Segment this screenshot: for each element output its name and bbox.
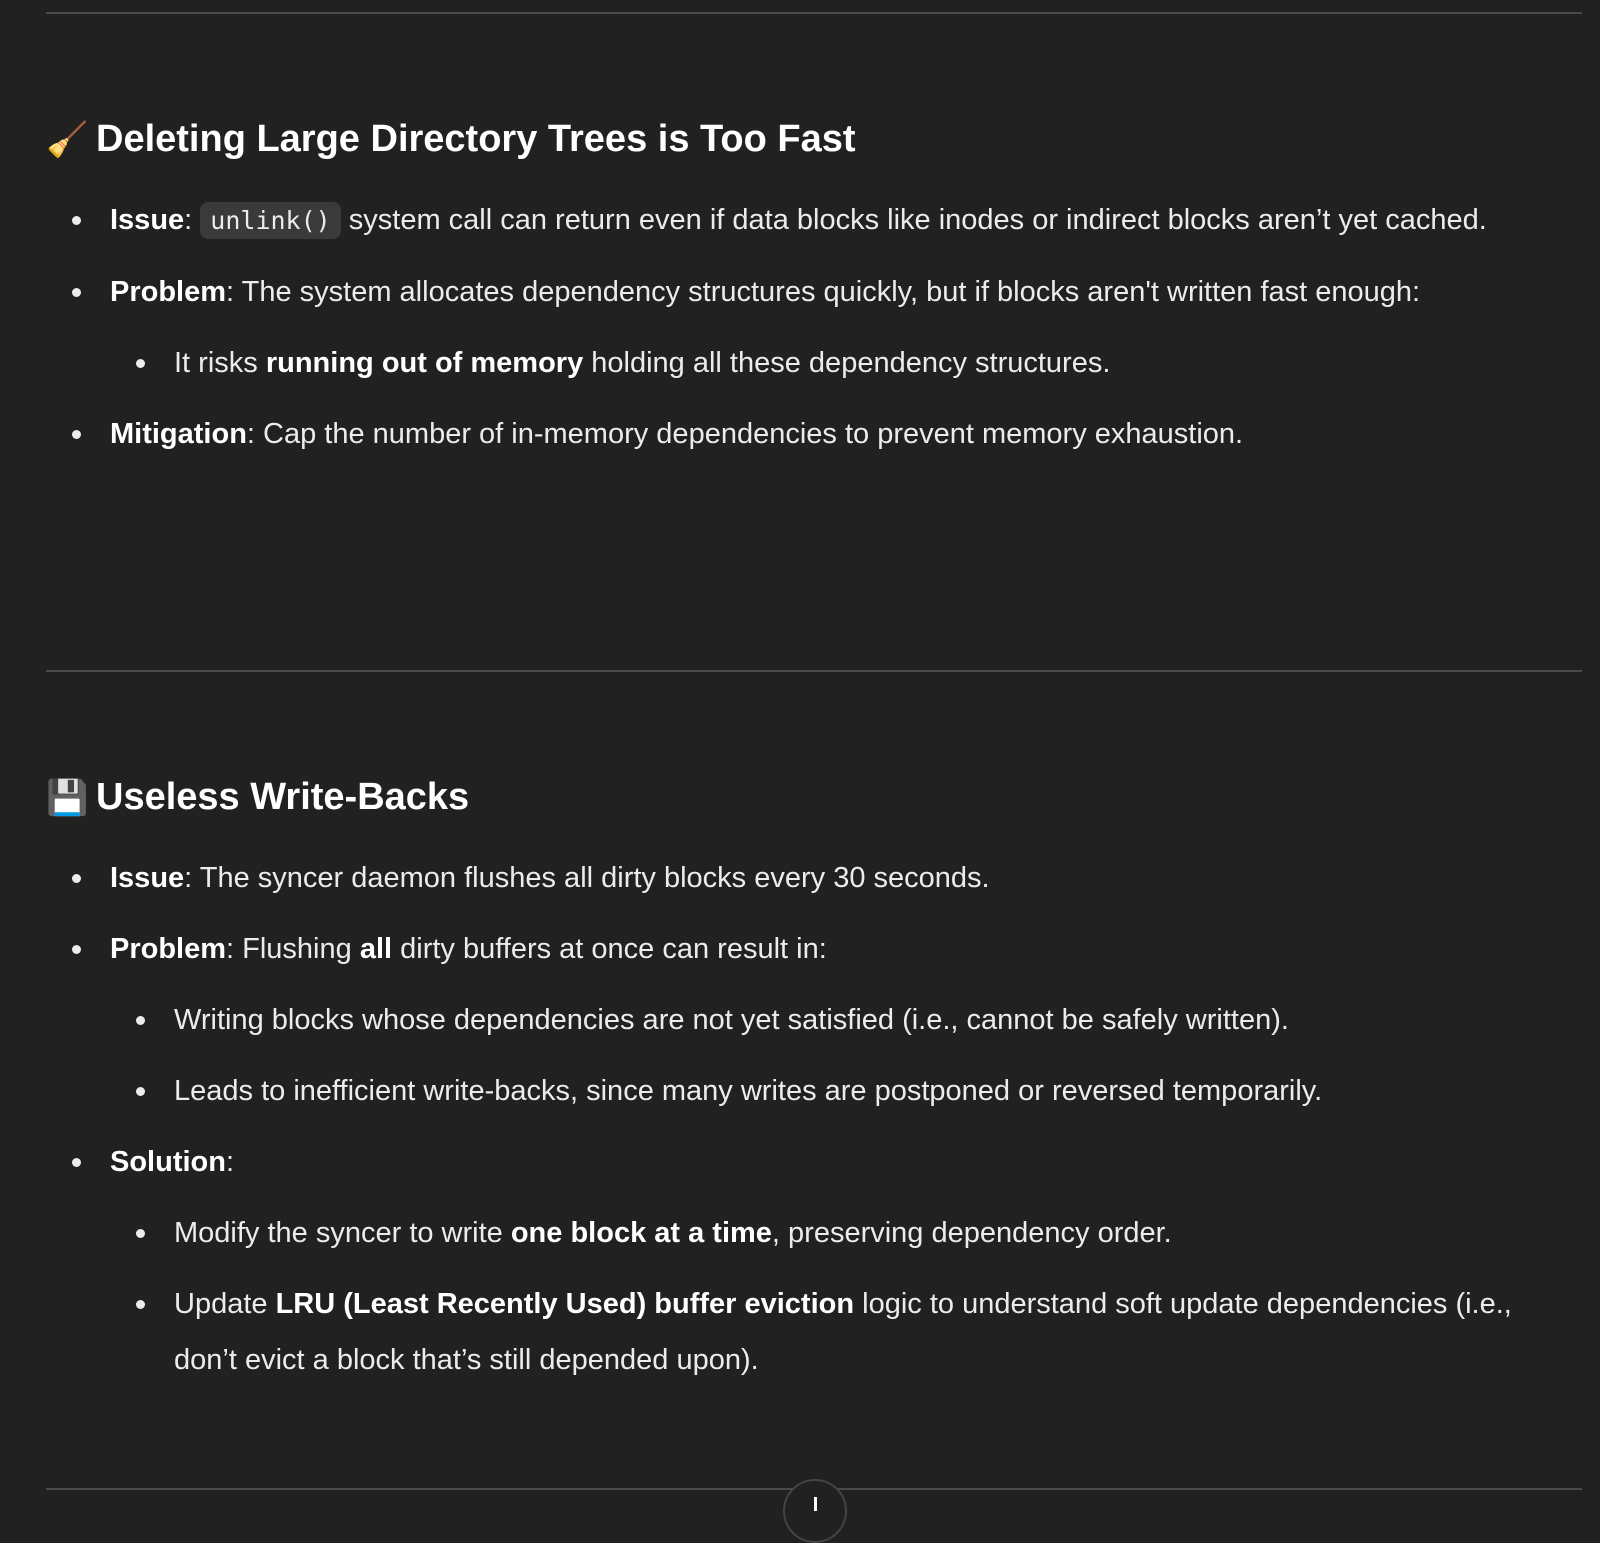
divider [46,12,1582,14]
label: Problem [110,933,227,965]
broom-icon: 🧹 [46,120,89,159]
text: : The system allocates dependency struct… [226,276,1421,308]
sub-list-item: Leads to inefficient write-backs, since … [110,1063,1560,1119]
bold-text: LRU (Least Recently Used) buffer evictio… [275,1288,855,1320]
text: It risks [174,347,266,379]
text: Update [174,1288,276,1320]
bullet-list: Issue: The syncer daemon flushes all dir… [46,850,1560,1403]
divider [46,670,1582,672]
text: holding all these dependency structures. [583,347,1111,379]
text: : [225,1146,235,1178]
list-item: Problem: Flushing all dirty buffers at o… [46,921,1560,1119]
bold-text: one block at a time [510,1217,772,1249]
inline-code: unlink() [200,202,341,239]
heading-text: Useless Write-Backs [96,776,470,818]
list-item: Issue: The syncer daemon flushes all dir… [46,850,1560,906]
list-item: Problem: The system allocates dependency… [46,264,1560,391]
text: : Cap the number of in-memory dependenci… [246,418,1244,450]
label: Problem [110,276,227,308]
label: Issue [110,862,185,894]
text: : Flushing [226,933,360,965]
heading-text: Deleting Large Directory Trees is Too Fa… [96,118,856,160]
floppy-disk-icon: 💾 [46,778,89,817]
bullet-list: Issue: unlink() system call can return e… [46,192,1560,477]
list-item: Mitigation: Cap the number of in-memory … [46,406,1560,462]
text: dirty buffers at once can result in: [392,933,827,965]
section-heading: 💾 Useless Write-Backs [46,776,469,819]
label: Issue [110,204,185,236]
label: Solution [110,1146,226,1178]
sub-list-item: It risks running out of memory holding a… [110,335,1560,391]
sub-list-item: Update LRU (Least Recently Used) buffer … [110,1276,1560,1388]
text: Modify the syncer to write [174,1217,511,1249]
text: , preserving dependency order. [771,1217,1172,1249]
bold-text: all [359,933,393,965]
list-item: Issue: unlink() system call can return e… [46,192,1560,249]
text: system call can return even if data bloc… [340,204,1487,236]
list-item: Solution: Modify the syncer to write one… [46,1134,1560,1388]
section-heading: 🧹 Deleting Large Directory Trees is Too … [46,118,856,161]
scroll-down-button[interactable] [783,1479,847,1543]
sub-list-item: Writing blocks whose dependencies are no… [110,992,1560,1048]
label: Mitigation [110,418,247,450]
text: : The syncer daemon flushes all dirty bl… [184,862,990,894]
sub-list-item: Modify the syncer to write one block at … [110,1205,1560,1261]
bold-text: running out of memory [265,347,584,379]
